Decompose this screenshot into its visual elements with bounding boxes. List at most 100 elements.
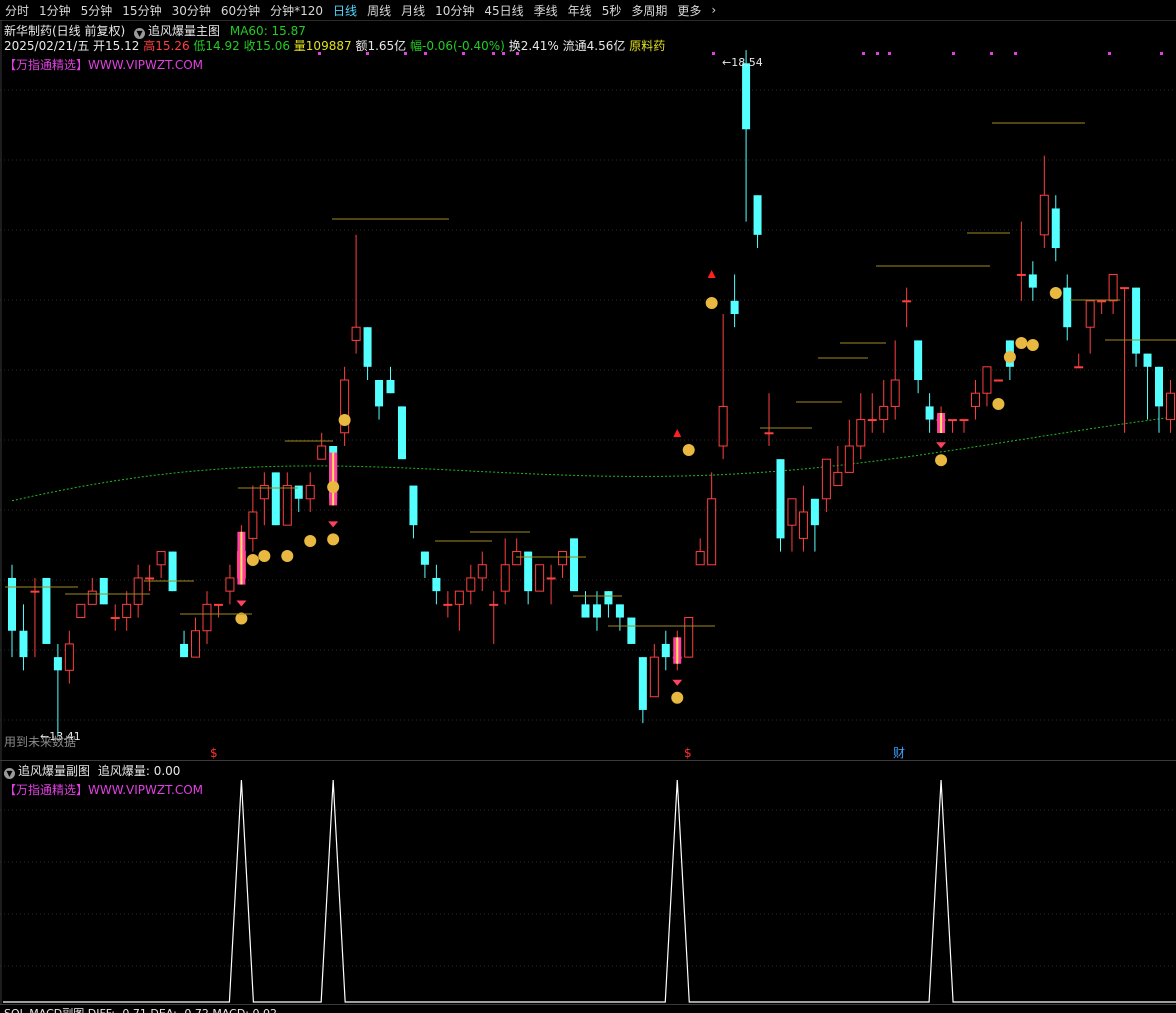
candle-body bbox=[592, 604, 601, 618]
sub-panel-header: ▼ 追风爆量副图 追风爆量: 0.00 bbox=[4, 762, 180, 779]
candle-body bbox=[776, 459, 785, 539]
candle-body bbox=[225, 577, 235, 592]
dropdown-icon[interactable]: ▼ bbox=[4, 768, 15, 779]
candle-body bbox=[489, 603, 499, 606]
money-bag-icon bbox=[1049, 287, 1062, 299]
candle-body bbox=[649, 656, 659, 698]
candle-body bbox=[271, 472, 280, 526]
candle-body bbox=[1028, 274, 1037, 288]
signal-bar-core bbox=[676, 637, 679, 664]
sub-panel-value: 追风爆量: 0.00 bbox=[97, 764, 181, 778]
candle-body bbox=[524, 551, 533, 592]
candle-body bbox=[844, 445, 854, 473]
marker-dot bbox=[990, 52, 993, 55]
candle-body bbox=[99, 577, 108, 605]
candle-body bbox=[821, 458, 831, 500]
candle-body bbox=[661, 643, 670, 658]
candle-body bbox=[420, 551, 429, 565]
sub-panel-title[interactable]: 追风爆量副图 bbox=[18, 764, 90, 778]
candle-body bbox=[454, 590, 464, 605]
future-data-note: 用到未来数据 bbox=[4, 735, 77, 749]
candle-body bbox=[443, 603, 453, 606]
candle-body bbox=[122, 603, 132, 619]
candle-body bbox=[8, 577, 16, 631]
up-arrow-icon bbox=[673, 429, 682, 437]
candle-body bbox=[707, 498, 717, 566]
marker-dot bbox=[888, 52, 891, 55]
ma60-line bbox=[11, 416, 1176, 502]
candle-body bbox=[180, 643, 189, 658]
candle-body bbox=[558, 551, 568, 566]
marker-dot bbox=[876, 52, 879, 55]
candle-body bbox=[970, 392, 980, 407]
candle-body bbox=[110, 617, 120, 620]
gem-icon bbox=[936, 442, 947, 449]
money-bag-icon bbox=[1015, 337, 1028, 349]
candle-body bbox=[890, 379, 900, 407]
kline-chart[interactable]: ←18.54←13.41$ $ 财 bbox=[0, 0, 1176, 1013]
candle-body bbox=[856, 419, 866, 447]
marker-dot bbox=[462, 52, 465, 55]
candle-body bbox=[76, 603, 86, 619]
candle-body bbox=[317, 445, 327, 460]
marker-dot bbox=[952, 52, 955, 55]
candle-body bbox=[604, 591, 613, 605]
candle-body bbox=[87, 590, 97, 605]
money-bag-icon bbox=[992, 398, 1005, 410]
candle-body bbox=[30, 590, 40, 593]
marker-dot bbox=[862, 52, 865, 55]
candle-body bbox=[1143, 353, 1152, 367]
event-marker: $ bbox=[210, 746, 218, 760]
max-price-label: ←18.54 bbox=[722, 56, 763, 69]
money-bag-icon bbox=[281, 550, 294, 562]
marker-dot bbox=[318, 52, 321, 55]
candle-body bbox=[948, 419, 958, 422]
candle-body bbox=[500, 564, 510, 592]
candle-body bbox=[764, 432, 774, 435]
money-bag-icon bbox=[338, 414, 351, 426]
signal-bar-core bbox=[240, 531, 243, 585]
candle-body bbox=[1085, 300, 1095, 328]
candle-body bbox=[925, 406, 934, 420]
money-bag-icon bbox=[304, 535, 317, 547]
signal-bar-core bbox=[940, 412, 943, 433]
candle-body bbox=[627, 617, 636, 644]
candle-body bbox=[1155, 366, 1163, 407]
marker-dot bbox=[1160, 52, 1163, 55]
candle-body bbox=[993, 379, 1003, 382]
candle-body bbox=[53, 657, 62, 671]
candle-body bbox=[867, 419, 877, 422]
candle-body bbox=[64, 643, 74, 671]
candle-body bbox=[1074, 366, 1084, 369]
candle-body bbox=[409, 485, 418, 526]
candle-body bbox=[248, 511, 258, 539]
candle-body bbox=[581, 604, 590, 618]
candle-body bbox=[19, 630, 28, 658]
candle-body bbox=[833, 471, 843, 487]
money-bag-icon bbox=[1026, 339, 1039, 351]
gem-icon bbox=[236, 600, 247, 607]
candle-body bbox=[902, 300, 912, 303]
candle-body bbox=[156, 551, 166, 566]
panel-divider[interactable] bbox=[0, 760, 1176, 761]
candle-body bbox=[305, 485, 315, 500]
candle-body bbox=[1051, 208, 1060, 249]
signal-bar-core bbox=[332, 452, 335, 506]
money-bag-icon bbox=[258, 550, 271, 562]
candle-body bbox=[798, 511, 808, 539]
candle-body bbox=[1063, 287, 1072, 328]
candle-body bbox=[1132, 287, 1141, 354]
marker-dot bbox=[1014, 52, 1017, 55]
candle-body bbox=[615, 604, 624, 618]
marker-dot bbox=[366, 52, 369, 55]
candle-body bbox=[477, 564, 487, 579]
candle-body bbox=[638, 657, 647, 710]
money-bag-icon bbox=[682, 444, 695, 456]
candle-body bbox=[810, 498, 819, 526]
candle-body bbox=[684, 617, 694, 658]
money-bag-icon bbox=[327, 533, 340, 546]
candle-body bbox=[375, 380, 384, 407]
candle-body bbox=[351, 326, 361, 341]
candle-body bbox=[1016, 273, 1026, 276]
candle-body bbox=[191, 630, 201, 658]
